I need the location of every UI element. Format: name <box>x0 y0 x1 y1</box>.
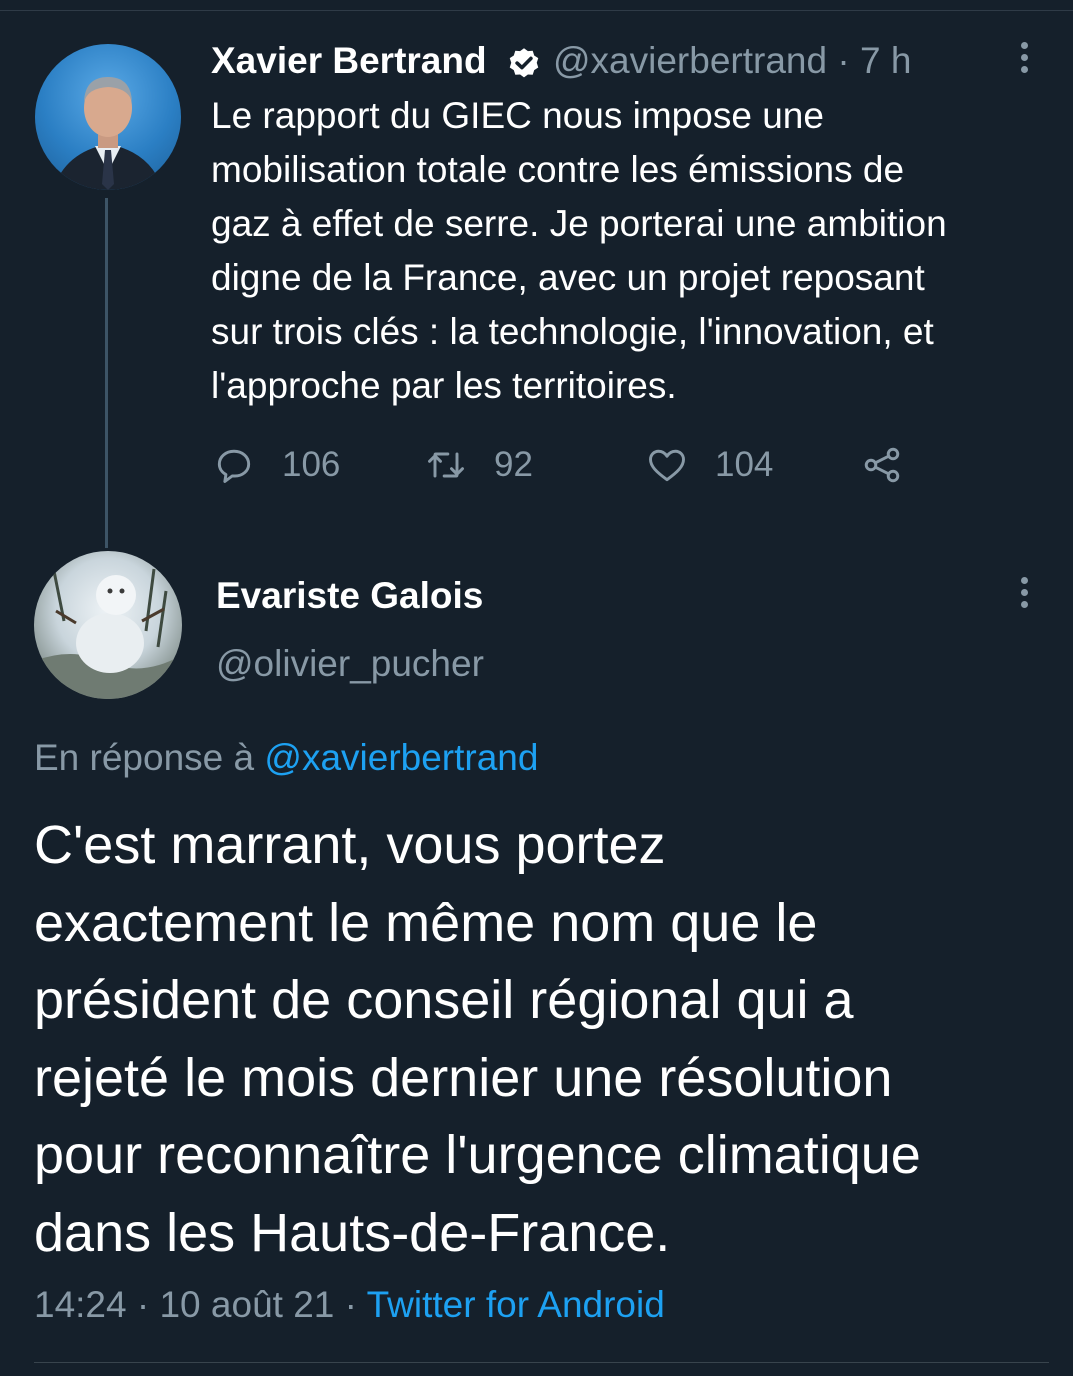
reply-button[interactable]: 106 <box>212 440 340 490</box>
author-name[interactable]: Xavier Bertrand <box>211 40 487 82</box>
like-button[interactable]: 104 <box>645 440 773 490</box>
verified-badge-icon <box>509 48 539 78</box>
share-button[interactable] <box>860 440 904 490</box>
like-count: 104 <box>715 445 774 484</box>
tweet-text-line: gaz à effet de serre. Je porterai une am… <box>211 203 947 244</box>
tweet-text-line: Le rapport du GIEC nous impose une <box>211 95 824 136</box>
in-reply-to-prefix: En réponse à <box>34 737 255 778</box>
tweet-time: 14:24 <box>34 1284 127 1325</box>
reply-author-handle[interactable]: @olivier_pucher <box>216 643 484 685</box>
more-vertical-icon[interactable] <box>1018 577 1030 617</box>
reply-text-line: dans les Hauts-de-France. <box>34 1202 671 1263</box>
in-reply-to: En réponse à @xavierbertrand <box>34 737 538 779</box>
retweet-button[interactable]: 92 <box>424 440 533 490</box>
reply-author-name[interactable]: Evariste Galois <box>216 575 483 617</box>
bottom-divider <box>34 1362 1049 1363</box>
tweet-source-link[interactable]: Twitter for Android <box>367 1284 665 1325</box>
tweet-text-line: mobilisation totale contre les émissions… <box>211 149 905 190</box>
reply-text-line: pour reconnaître l'urgence climatique <box>34 1125 921 1185</box>
avatar-xavier-bertrand[interactable] <box>35 44 181 190</box>
heart-icon <box>649 449 685 482</box>
more-vertical-icon[interactable] <box>1018 42 1030 82</box>
tweet-text-line: sur trois clés : la technologie, l'innov… <box>211 311 934 352</box>
retweet-icon <box>428 452 464 478</box>
time-ago[interactable]: 7 h <box>860 40 911 81</box>
reply-bubble-icon <box>217 449 251 483</box>
separator-dot: · <box>837 40 850 81</box>
reply-text-line: C'est marrant, vous portez <box>34 815 666 875</box>
thread-connector-line <box>105 198 108 548</box>
reply-tweet-text: C'est marrant, vous portez exactement le… <box>34 807 1054 1272</box>
separator-dot: · <box>136 1284 150 1325</box>
handle-time-line: @xavierbertrand · 7 h <box>553 40 911 82</box>
reply-text-line: président de conseil régional qui a <box>34 970 854 1030</box>
top-divider <box>0 10 1073 11</box>
reply-text-line: exactement le même nom que le <box>34 892 818 953</box>
tweet-text-line: l'approche par les territoires. <box>211 365 677 406</box>
profile-photo-icon <box>53 77 163 190</box>
tweet-text-line: digne de la France, avec un projet repos… <box>211 257 925 298</box>
author-handle[interactable]: @xavierbertrand <box>553 40 827 81</box>
tweet-date: 10 août 21 <box>159 1284 335 1325</box>
profile-photo-icon <box>34 568 182 699</box>
share-icon <box>864 447 900 483</box>
separator-dot: · <box>344 1284 357 1325</box>
tweet-text: Le rapport du GIEC nous impose une mobil… <box>211 89 1051 413</box>
tweet-meta: 14:24 · 10 août 21 · Twitter for Android <box>34 1284 665 1326</box>
avatar-evariste-galois[interactable] <box>34 551 182 699</box>
reply-count: 106 <box>282 445 341 484</box>
in-reply-to-mention[interactable]: @xavierbertrand <box>264 737 538 778</box>
retweet-count: 92 <box>494 445 533 484</box>
reply-text-line: rejeté le mois dernier une résolution <box>34 1047 893 1108</box>
